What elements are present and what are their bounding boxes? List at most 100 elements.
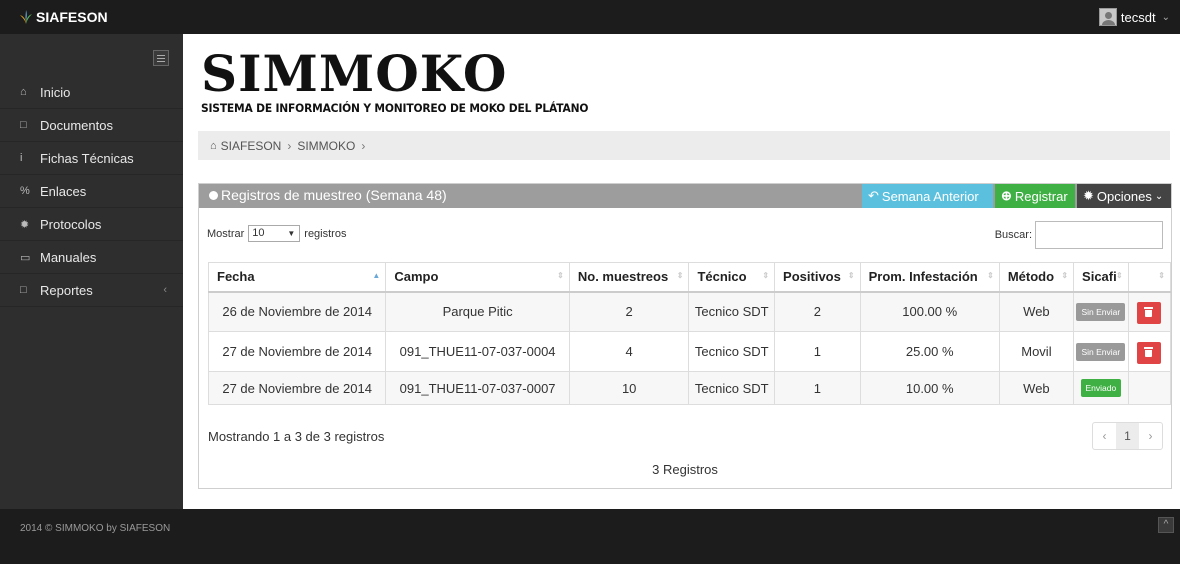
- table-header-row: Fecha ▲ Campo ⇕ No. muestreos ⇕ Técnico ⇕ Po…: [207, 262, 1172, 293]
- cell-fecha: 27 de Noviembre de 2014: [207, 331, 387, 372]
- register-button[interactable]: ⊕ Registrar: [995, 184, 1075, 208]
- info-icon: i: [20, 152, 23, 164]
- column-label: Campo: [394, 269, 439, 285]
- column-header-positivos[interactable]: Positivos ⇕: [774, 262, 861, 293]
- cell-tecnico: Tecnico SDT: [688, 371, 776, 405]
- sidebar-item-inicio[interactable]: ⌂ Inicio: [0, 76, 183, 109]
- home-icon: ⌂: [210, 139, 217, 152]
- pagination-page-button[interactable]: 1: [1116, 423, 1139, 449]
- table-row: 26 de Noviembre de 2014 Parque Pitic 2 T…: [207, 291, 1172, 332]
- sidebar-item-label: Inicio: [40, 84, 71, 100]
- caret-down-icon: ▼: [287, 229, 296, 238]
- column-header-sicafi[interactable]: Sicafi ⇕: [1073, 262, 1129, 293]
- file-icon: □: [20, 284, 27, 296]
- previous-week-button[interactable]: ↶ Semana Anterior: [862, 184, 993, 208]
- chevron-up-icon: ^: [1163, 519, 1169, 530]
- main-content: SIMMOKO SISTEMA DE INFORMACIÓN Y MONITOR…: [183, 34, 1180, 509]
- chevron-right-icon: ›: [361, 138, 366, 153]
- cell-muestreos: 4: [568, 331, 690, 372]
- breadcrumb-item-simmoko[interactable]: SIMMOKO: [297, 139, 355, 153]
- cell-metodo: Movil: [998, 331, 1075, 372]
- scroll-to-top-button[interactable]: ^: [1158, 517, 1174, 533]
- sidebar-item-manuales[interactable]: ▭ Manuales: [0, 241, 183, 274]
- sort-icon: ⇕: [1115, 271, 1123, 280]
- pagination-prev-button[interactable]: ‹: [1093, 423, 1116, 449]
- plus-circle-icon: ⊕: [1001, 188, 1012, 203]
- sidebar-toggle-button[interactable]: [153, 50, 169, 66]
- sort-icon: ⇕: [1061, 271, 1069, 280]
- cell-sicafi: Sin Enviar: [1073, 291, 1129, 332]
- cell-campo: 091_THUE11-07-037-0004: [385, 331, 570, 372]
- cell-infestacion: 25.00 %: [859, 331, 1000, 372]
- column-header-campo[interactable]: Campo ⇕: [385, 262, 570, 293]
- page-size-select[interactable]: 10 ▼: [248, 225, 301, 242]
- cell-sicafi: Sin Enviar: [1073, 331, 1129, 372]
- chevron-left-icon: ‹: [163, 284, 167, 296]
- status-badge: Sin Enviar: [1076, 342, 1126, 361]
- column-header-muestreos[interactable]: No. muestreos ⇕: [568, 262, 690, 293]
- cell-metodo: Web: [998, 371, 1075, 405]
- column-label: Fecha: [217, 269, 255, 285]
- search-control: Buscar:: [995, 221, 1163, 249]
- column-header-metodo[interactable]: Método ⇕: [998, 262, 1075, 293]
- sort-icon: ⇕: [762, 271, 770, 280]
- gear-icon: ✹: [20, 218, 30, 231]
- reply-icon: ↶: [868, 188, 879, 203]
- register-label: Registrar: [1014, 188, 1068, 204]
- avatar: [1098, 8, 1117, 26]
- column-header-infestacion[interactable]: Prom. Infestación ⇕: [859, 262, 1000, 293]
- table-info: Mostrando 1 a 3 de 3 registros: [208, 429, 385, 444]
- cell-sicafi: Enviado: [1073, 371, 1129, 405]
- previous-week-label: Semana Anterior: [881, 188, 979, 204]
- pagination-next-button[interactable]: ›: [1139, 423, 1162, 449]
- table-row: 27 de Noviembre de 2014 091_THUE11-07-03…: [207, 331, 1172, 372]
- sort-asc-icon: ▲: [372, 271, 381, 280]
- chevron-right-icon: ›: [287, 138, 292, 153]
- sort-icon: ⇕: [676, 271, 684, 280]
- link-icon: %: [20, 185, 30, 197]
- column-header-tecnico[interactable]: Técnico ⇕: [688, 262, 776, 293]
- sidebar-item-label: Fichas Técnicas: [40, 150, 134, 166]
- breadcrumb-item-siafeson[interactable]: SIAFESON: [221, 139, 282, 153]
- records-panel: Registros de muestreo (Semana 48) ↶ Seman…: [198, 183, 1172, 489]
- sidebar-item-label: Protocolos: [40, 216, 102, 232]
- cell-tecnico: Tecnico SDT: [688, 291, 776, 332]
- column-label: Método: [1007, 269, 1055, 285]
- search-input[interactable]: [1035, 221, 1163, 249]
- delete-button[interactable]: [1137, 302, 1162, 325]
- brand-name: SIAFESON: [36, 9, 108, 25]
- page-subtitle: SISTEMA DE INFORMACIÓN Y MONITOREO DE MO…: [201, 101, 589, 115]
- options-button[interactable]: ✹ Opciones ⌄: [1077, 184, 1171, 208]
- cell-fecha: 26 de Noviembre de 2014: [207, 291, 387, 332]
- search-label: Buscar:: [994, 229, 1032, 241]
- records-table: Fecha ▲ Campo ⇕ No. muestreos ⇕ Técnico ⇕ Po…: [207, 262, 1172, 405]
- copyright-text: 2014 © SIMMOKO by SIAFESON: [20, 523, 171, 534]
- sidebar-item-reportes[interactable]: □ Reportes ‹: [0, 274, 183, 307]
- column-label: Prom. Infestación: [868, 269, 978, 285]
- sidebar-item-enlaces[interactable]: % Enlaces: [0, 175, 183, 208]
- sidebar-item-documentos[interactable]: □ Documentos: [0, 109, 183, 142]
- home-icon: ⌂: [20, 86, 27, 98]
- cell-actions: [1127, 291, 1172, 332]
- cell-muestreos: 10: [568, 371, 690, 405]
- user-menu[interactable]: tecsdt ⌄: [1098, 0, 1170, 34]
- sidebar-item-label: Manuales: [40, 249, 97, 265]
- delete-button[interactable]: [1137, 342, 1162, 364]
- cell-infestacion: 100.00 %: [859, 291, 1000, 332]
- column-label: Positivos: [783, 269, 841, 285]
- book-icon: ▭: [20, 251, 31, 264]
- chevron-down-icon: ⌄: [1154, 190, 1164, 202]
- user-name: tecsdt: [1120, 9, 1156, 25]
- sidebar-item-protocolos[interactable]: ✹ Protocolos: [0, 208, 183, 241]
- column-header-actions[interactable]: ⇕: [1127, 262, 1172, 293]
- sidebar-item-label: Reportes: [40, 282, 93, 298]
- cell-tecnico: Tecnico SDT: [688, 331, 776, 372]
- cell-positivos: 1: [774, 331, 861, 372]
- sidebar-item-fichas-tecnicas[interactable]: i Fichas Técnicas: [0, 142, 183, 175]
- brand-logo[interactable]: SIAFESON: [0, 0, 183, 34]
- cell-fecha: 27 de Noviembre de 2014: [207, 371, 387, 405]
- cell-actions: [1127, 371, 1172, 405]
- folder-icon: □: [20, 119, 27, 131]
- column-header-fecha[interactable]: Fecha ▲: [207, 262, 387, 293]
- options-label: Opciones: [1096, 188, 1152, 204]
